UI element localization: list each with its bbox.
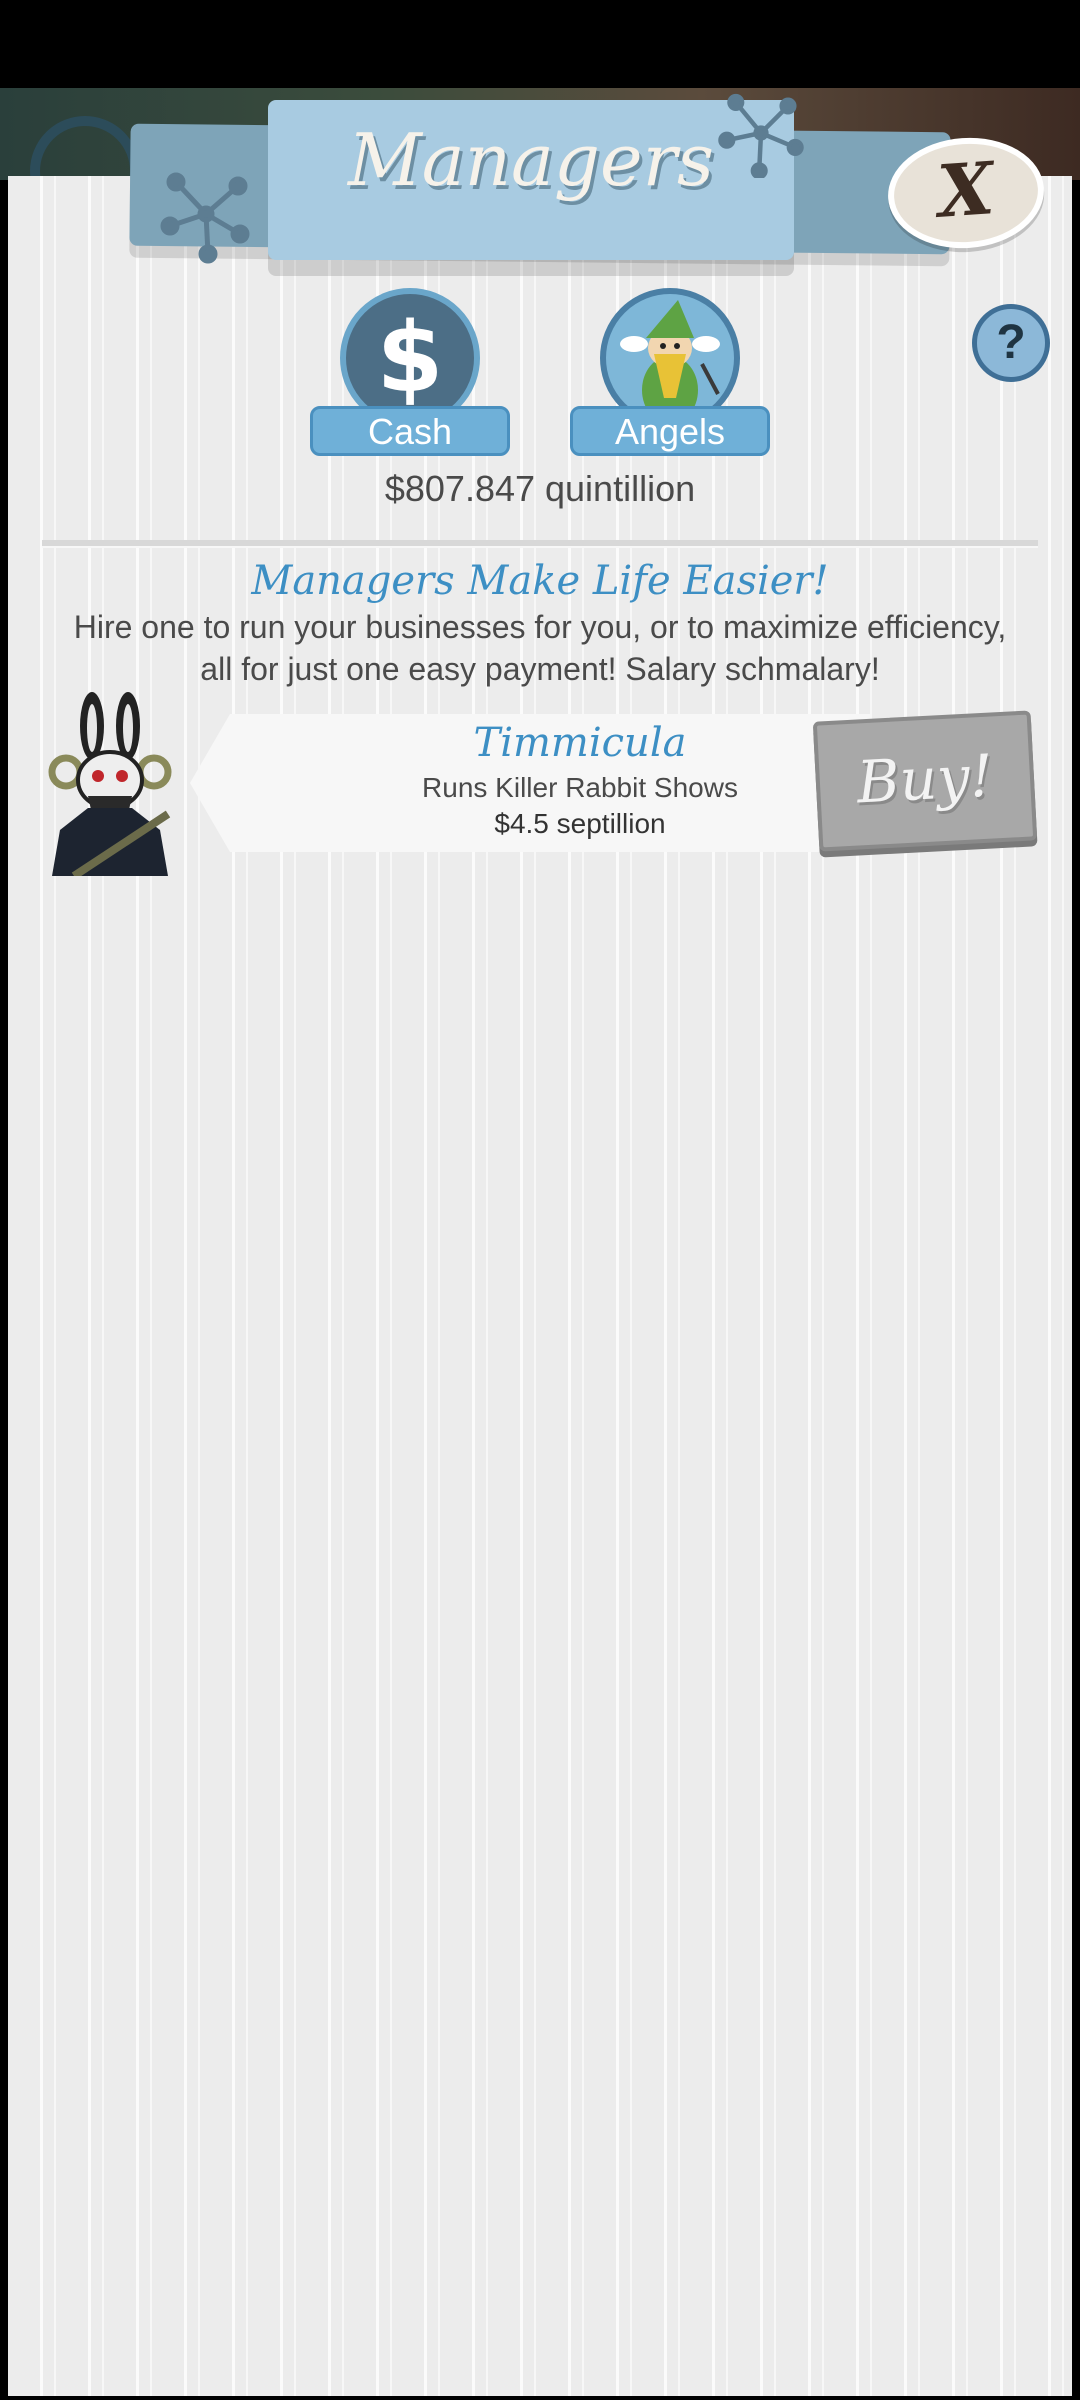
tab-angels-label: Angels <box>570 406 770 456</box>
tab-angels[interactable]: Angels <box>570 288 770 456</box>
tab-cash[interactable]: $ Cash <box>310 288 510 456</box>
angel-wizard-icon <box>620 300 720 422</box>
dollar-sign: $ <box>376 302 444 414</box>
starburst-icon <box>160 172 250 264</box>
manager-portrait <box>48 692 172 876</box>
page-title: Managers <box>347 118 714 202</box>
manager-description: Runs Killer Rabbit Shows <box>422 772 738 803</box>
game-screen: Managers X ? $ Cash Angels $807.847 quin… <box>0 0 1080 2400</box>
manager-name: Timmicula <box>473 720 687 766</box>
divider <box>42 540 1038 548</box>
cash-amount: $807.847 quintillion <box>384 468 696 509</box>
tab-cash-label: Cash <box>310 406 510 456</box>
intro-text: Hire one to run your businesses for you,… <box>73 609 1007 687</box>
manager-cost: $4.5 septillion <box>494 808 666 839</box>
buy-button[interactable]: Buy! <box>812 710 1038 852</box>
status-bar <box>0 0 1080 88</box>
intro-headline: Managers Make Life Easier! <box>251 558 829 604</box>
help-button[interactable]: ? <box>972 304 1050 382</box>
manager-row: Timmicula Runs Killer Rabbit Shows $4.5 … <box>40 690 1040 880</box>
